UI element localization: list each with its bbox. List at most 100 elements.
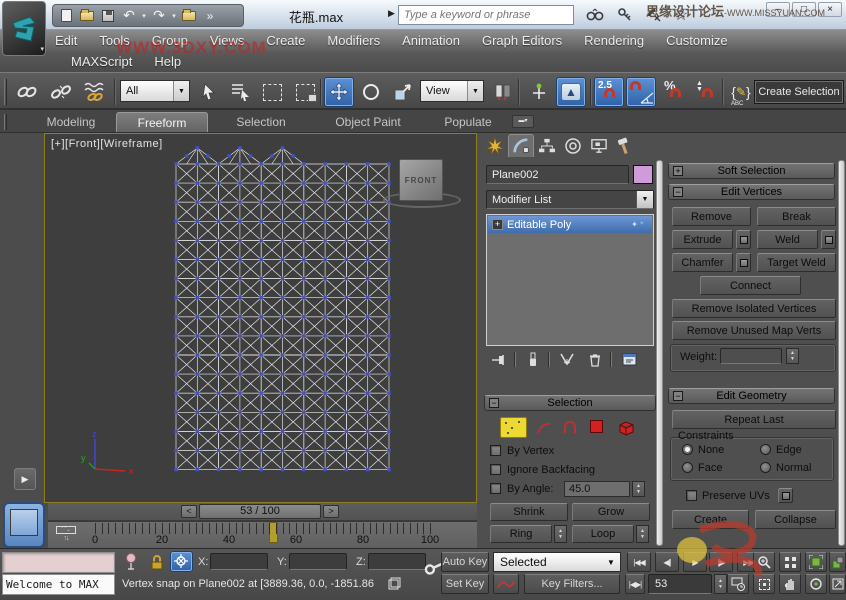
by-angle-checkbox[interactable]	[490, 483, 501, 494]
subobject-polygon-button[interactable]	[590, 420, 603, 433]
configure-modifier-sets-button[interactable]	[618, 350, 640, 369]
viewport-layout-tab[interactable]	[3, 502, 45, 548]
zoom-extents-all-button[interactable]	[829, 552, 846, 572]
listener-output[interactable]: Welcome to MAX	[2, 574, 115, 595]
remove-modifier-button[interactable]	[584, 350, 606, 369]
spinner-snap-toggle[interactable]: ▲▼	[692, 77, 722, 107]
ring-spinner[interactable]	[554, 525, 567, 543]
play-animation-button[interactable]: ▶	[683, 552, 707, 572]
selection-filter-dropdown[interactable]: All ▼	[120, 80, 190, 102]
next-frame-button[interactable]: ||▶	[709, 552, 733, 572]
weld-settings-button[interactable]	[821, 230, 836, 249]
loop-spinner[interactable]	[636, 525, 649, 543]
favorites-star-icon[interactable]: ☆	[668, 4, 694, 25]
tab-modify[interactable]	[508, 134, 534, 157]
angle-snap-toggle[interactable]	[626, 77, 656, 107]
ignore-backfacing-checkbox[interactable]	[490, 464, 501, 475]
named-selection-set-field[interactable]: Create Selection	[754, 80, 844, 104]
maxscript-mini-listener[interactable]	[2, 552, 115, 573]
weight-field[interactable]	[720, 348, 782, 364]
select-and-rotate-button[interactable]	[356, 77, 386, 107]
set-key-button[interactable]: Set Key	[441, 574, 489, 594]
menu-modifiers[interactable]: Modifiers	[316, 33, 391, 48]
tab-hierarchy[interactable]	[534, 134, 560, 157]
loop-button[interactable]: Loop	[572, 525, 634, 543]
grow-button[interactable]: Grow	[572, 503, 650, 521]
object-name-field[interactable]: Plane002	[486, 165, 629, 184]
make-unique-button[interactable]	[556, 350, 578, 369]
go-to-start-button[interactable]: |◀◀	[627, 552, 651, 572]
constraint-normal-radio[interactable]	[760, 462, 771, 473]
panel-scrollbar-left[interactable]	[656, 160, 663, 546]
next-frame-slider-button[interactable]: >	[323, 505, 339, 518]
tab-motion[interactable]	[560, 134, 586, 157]
subobject-edge-button[interactable]	[534, 418, 554, 437]
reference-coordinate-dropdown[interactable]: View ▼	[420, 80, 484, 102]
select-and-link-button[interactable]	[12, 77, 42, 107]
orbit-button[interactable]	[805, 574, 827, 594]
remove-button[interactable]: Remove	[672, 207, 751, 226]
zoom-extents-button[interactable]	[805, 552, 827, 572]
bind-to-space-warp-button[interactable]	[80, 77, 110, 107]
rollout-soft-selection[interactable]: + Soft Selection	[668, 163, 835, 179]
current-frame-field[interactable]: 53	[648, 574, 712, 594]
menu-help[interactable]: Help	[143, 54, 192, 69]
key-mode-toggle[interactable]: |◀▶|	[625, 574, 645, 594]
save-file-button[interactable]	[98, 6, 118, 25]
tab-utilities[interactable]	[612, 134, 638, 157]
window-crossing-toggle[interactable]	[290, 77, 320, 107]
ring-button[interactable]: Ring	[490, 525, 552, 543]
preserve-uvs-checkbox[interactable]	[686, 490, 697, 501]
weight-spinner[interactable]	[786, 348, 799, 364]
x-coordinate-field[interactable]	[210, 553, 268, 570]
undo-flyout-icon[interactable]: ▾	[140, 6, 148, 25]
previous-frame-button[interactable]: ◀||	[655, 552, 679, 572]
subobject-vertex-button[interactable]	[500, 417, 527, 438]
menu-edit[interactable]: Edit	[44, 33, 88, 48]
ribbon-grip[interactable]	[4, 114, 7, 130]
absolute-offset-mode-toggle[interactable]	[170, 551, 193, 572]
select-by-name-button[interactable]	[226, 77, 256, 107]
menu-graph-editors[interactable]: Graph Editors	[471, 33, 573, 48]
tab-freeform[interactable]: Freeform	[116, 112, 208, 132]
viewcube[interactable]: FRONT	[399, 159, 443, 201]
weld-button[interactable]: Weld	[757, 230, 818, 249]
target-weld-button[interactable]: Target Weld	[757, 253, 836, 272]
shrink-button[interactable]: Shrink	[490, 503, 568, 521]
break-button[interactable]: Break	[757, 207, 836, 226]
pin-stack-button[interactable]	[488, 350, 510, 369]
search-icon[interactable]	[582, 4, 608, 25]
expand-icon[interactable]: +	[492, 219, 503, 230]
open-file-button[interactable]	[77, 6, 97, 25]
communication-center-icon[interactable]	[641, 4, 667, 25]
track-bar[interactable]: ⌒⌄↑↓ 020406080100	[48, 521, 477, 548]
rollout-selection[interactable]: − Selection	[484, 395, 656, 411]
time-slider-value[interactable]: 53 / 100	[199, 504, 321, 519]
subobject-element-button[interactable]	[616, 417, 638, 437]
menu-customize[interactable]: Customize	[655, 33, 738, 48]
select-and-manipulate-button[interactable]	[524, 77, 554, 107]
stack-item-editable-poly[interactable]: + Editable Poly ✦⁺	[488, 216, 652, 233]
menu-views[interactable]: Views	[199, 33, 255, 48]
show-end-result-button[interactable]	[522, 350, 544, 369]
rollout-edit-vertices[interactable]: − Edit Vertices	[668, 184, 835, 200]
constraint-face-radio[interactable]	[682, 462, 693, 473]
selection-lock-icon[interactable]	[147, 552, 167, 572]
toolbar-overflow-button[interactable]: »	[200, 6, 220, 25]
extrude-button[interactable]: Extrude	[672, 230, 733, 249]
viewport-front[interactable]: [+][Front][Wireframe] FRONT z x y	[44, 133, 477, 503]
time-slider-track[interactable]: < 53 / 100 >	[48, 503, 477, 521]
frame-spinner[interactable]	[714, 574, 727, 594]
select-object-button[interactable]	[194, 77, 224, 107]
viewport-tabs-expand-button[interactable]: ▶	[14, 468, 36, 490]
redo-button[interactable]: ↷	[149, 6, 169, 25]
menu-create[interactable]: Create	[255, 33, 316, 48]
tab-modeling[interactable]: Modeling	[30, 112, 112, 132]
keyboard-shortcut-override-toggle[interactable]: ▲	[556, 77, 586, 107]
select-and-move-button[interactable]	[324, 77, 354, 107]
tab-object-paint[interactable]: Object Paint	[312, 112, 424, 132]
preserve-uvs-settings-button[interactable]	[778, 488, 793, 503]
viewport-label[interactable]: [+][Front][Wireframe]	[51, 138, 163, 150]
tab-populate[interactable]: Populate	[430, 112, 506, 132]
edit-named-selection-sets-button[interactable]: {✎} ABC	[726, 77, 756, 107]
